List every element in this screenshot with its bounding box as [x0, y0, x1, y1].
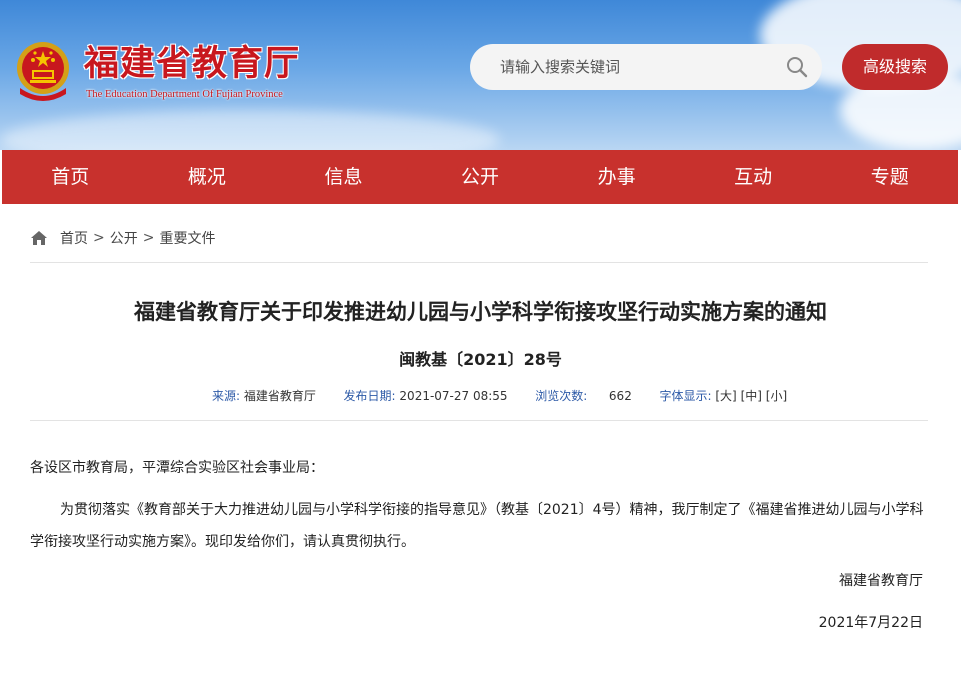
article-salutation: 各设区市教育局，平潭综合实验区社会事业局： — [30, 460, 324, 476]
breadcrumb: 首页 > 公开 > 重要文件 — [30, 226, 215, 250]
breadcrumb-separator: > — [93, 230, 105, 246]
breadcrumb-home[interactable]: 首页 — [60, 228, 88, 248]
advanced-search-button[interactable]: 高级搜索 — [842, 44, 948, 90]
font-size-small-button[interactable]: [小] — [766, 389, 787, 403]
nav-item-topics[interactable]: 专题 — [821, 150, 958, 204]
home-icon[interactable] — [30, 230, 48, 246]
breadcrumb-important-docs[interactable]: 重要文件 — [159, 228, 215, 248]
breadcrumb-separator: > — [142, 230, 155, 246]
font-size-medium-button[interactable]: [中] — [741, 389, 762, 403]
nav-item-info[interactable]: 信息 — [275, 150, 412, 204]
banner-cloud — [0, 110, 500, 150]
font-size-large-button[interactable]: [大] — [715, 389, 736, 403]
nav-item-home[interactable]: 首页 — [2, 150, 139, 204]
nav-item-interaction[interactable]: 互动 — [685, 150, 822, 204]
article-title: 福建省教育厅关于印发推进幼儿园与小学科学衔接攻坚行动实施方案的通知 — [134, 300, 827, 324]
search-icon[interactable] — [786, 56, 808, 78]
publish-date-value: 2021-07-27 08:55 — [399, 389, 508, 403]
document-number: 闽教基〔2021〕28号 — [399, 350, 562, 369]
font-size-label: 字体显示: — [659, 389, 712, 403]
site-subtitle: The Education Department Of Fujian Provi… — [86, 89, 283, 100]
search-input[interactable] — [500, 58, 770, 76]
national-emblem-icon[interactable] — [12, 38, 74, 104]
nav-item-public[interactable]: 公开 — [412, 150, 549, 204]
search-bar — [470, 44, 822, 90]
publish-date-label: 发布日期: — [343, 389, 396, 403]
article-date: 2021年7月22日 — [818, 615, 923, 631]
views-label: 浏览次数: — [535, 389, 588, 403]
main-nav: 首页 概况 信息 公开 办事 互动 专题 — [2, 150, 958, 204]
header-banner: 福建省教育厅 The Education Department Of Fujia… — [0, 0, 961, 150]
views-value: 662 — [608, 389, 632, 403]
site-title[interactable]: 福建省教育厅 — [84, 42, 300, 86]
source-label: 来源: — [212, 389, 241, 403]
breadcrumb-public[interactable]: 公开 — [110, 228, 138, 248]
divider — [30, 262, 928, 263]
article-meta: 来源: 福建省教育厅 发布日期: 2021-07-27 08:55 浏览次数: … — [212, 387, 787, 404]
article-signature: 福建省教育厅 — [839, 573, 923, 589]
nav-item-services[interactable]: 办事 — [548, 150, 685, 204]
nav-item-overview[interactable]: 概况 — [139, 150, 276, 204]
divider — [30, 420, 928, 421]
source-value: 福建省教育厅 — [243, 389, 316, 403]
article-paragraph: 为贯彻落实《教育部关于大力推进幼儿园与小学科学衔接的指导意见》（教基〔2021〕… — [30, 502, 924, 550]
